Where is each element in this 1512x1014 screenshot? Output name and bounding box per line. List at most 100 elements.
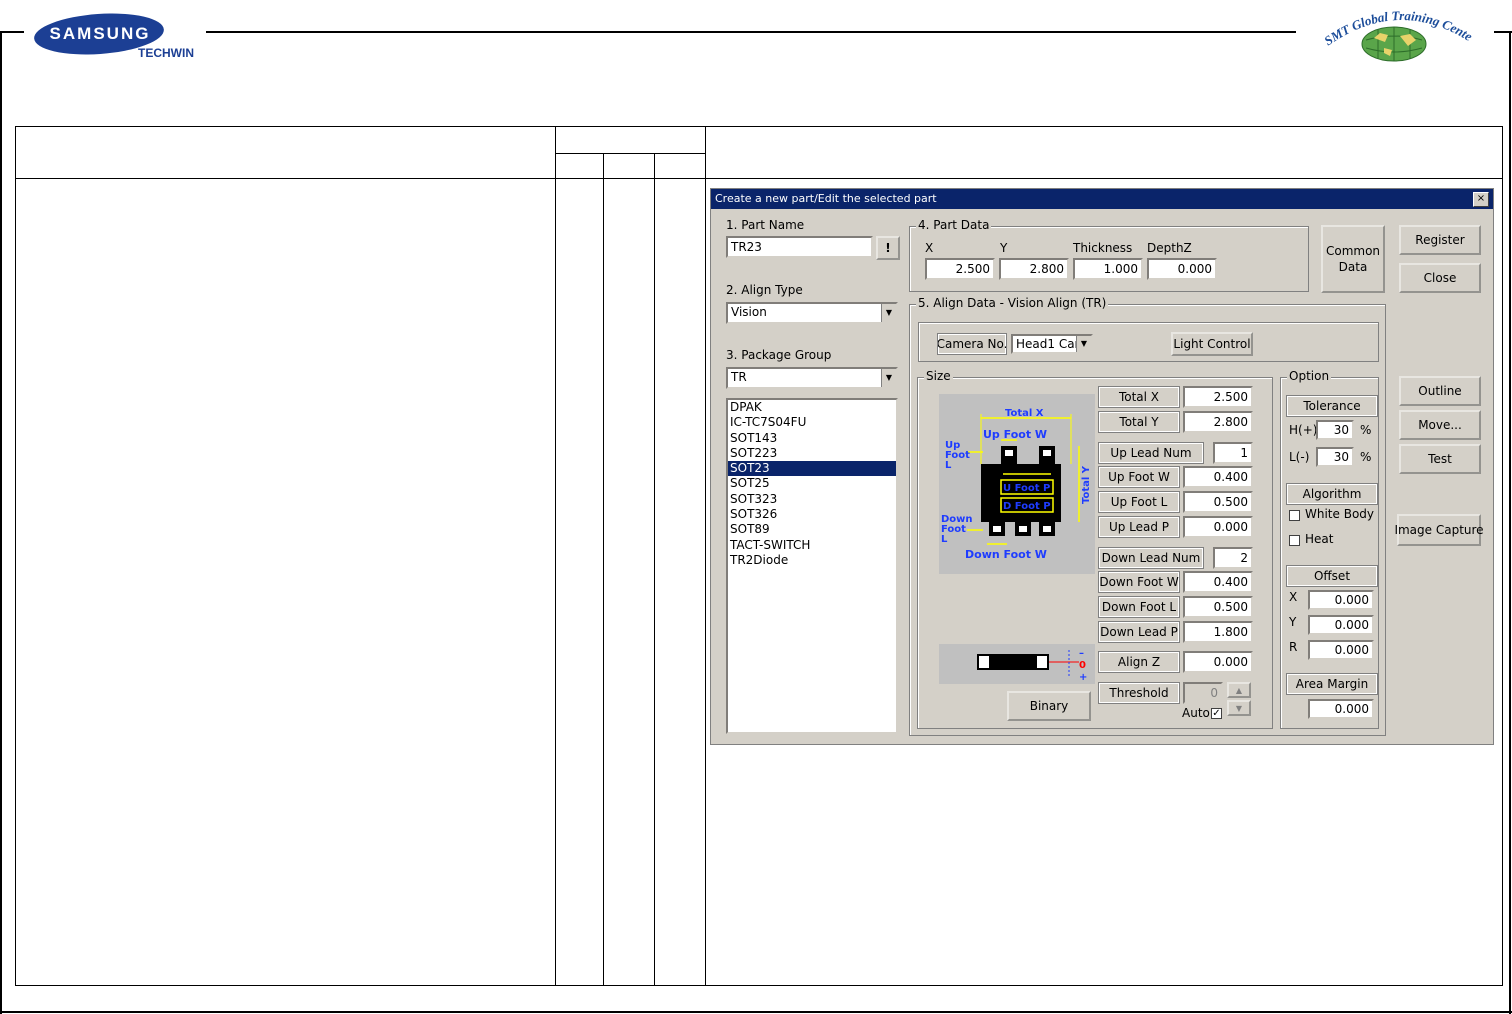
part-name-label: 1. Part Name	[726, 218, 805, 232]
area-margin-input[interactable]: 0.000	[1308, 699, 1374, 719]
offset-r-label: R	[1289, 640, 1298, 654]
part-thickness-label: Thickness	[1073, 241, 1133, 255]
dialog-title-bar[interactable]: Create a new part/Edit the selected part…	[711, 189, 1493, 209]
heat-checkbox[interactable]	[1289, 535, 1300, 546]
tolerance-l-label: L(-)	[1289, 450, 1310, 464]
package-group-select[interactable]: TR ▼	[726, 367, 898, 389]
tolerance-h-label: H(+)	[1289, 423, 1318, 437]
table-header-divider	[15, 178, 1503, 179]
table-col-divider	[603, 153, 604, 986]
area-margin-label: Area Margin	[1286, 673, 1378, 695]
part-data-group: 4. Part Data X Y Thickness DepthZ 2.500 …	[909, 218, 1309, 292]
up-lead-p-label: Up Lead P	[1098, 516, 1180, 538]
down-foot-l-label: Down Foot L	[1098, 596, 1180, 618]
list-item[interactable]: TACT-SWITCH	[728, 538, 896, 553]
table-col-divider	[654, 153, 655, 986]
register-button[interactable]: Register	[1399, 225, 1481, 255]
diagram-up-foot-l-3: L	[945, 460, 952, 471]
part-thickness-input[interactable]: 1.000	[1073, 258, 1143, 280]
down-lead-num-input[interactable]: 2	[1213, 547, 1253, 569]
part-name-input[interactable]: TR23	[726, 236, 873, 258]
camera-select[interactable]: Head1 Cam ▼	[1011, 334, 1093, 354]
move-button[interactable]: Move...	[1399, 410, 1481, 440]
package-group-value: TR	[731, 370, 747, 384]
threshold-input[interactable]: 0	[1183, 682, 1223, 704]
down-foot-w-input[interactable]: 0.400	[1183, 571, 1253, 593]
threshold-down-icon[interactable]: ▼	[1227, 700, 1251, 716]
auto-label: Auto	[1182, 706, 1210, 720]
up-foot-w-input[interactable]: 0.400	[1183, 466, 1253, 488]
up-lead-num-label: Up Lead Num	[1098, 442, 1204, 464]
offset-label: Offset	[1286, 565, 1378, 587]
chevron-down-icon[interactable]: ▼	[1076, 336, 1091, 352]
table-col-divider	[705, 126, 706, 986]
offset-r-input[interactable]: 0.000	[1308, 640, 1374, 660]
offset-x-label: X	[1289, 590, 1298, 604]
part-x-label: X	[925, 241, 934, 255]
list-item[interactable]: IC-TC7S04FU	[728, 415, 896, 430]
offset-x-input[interactable]: 0.000	[1308, 590, 1374, 610]
part-depthz-input[interactable]: 0.000	[1147, 258, 1217, 280]
down-foot-w-label: Down Foot W	[1098, 571, 1180, 593]
total-y-input[interactable]: 2.800	[1183, 411, 1253, 433]
align-z-input[interactable]: 0.000	[1183, 651, 1253, 673]
threshold-label: Threshold	[1098, 682, 1180, 704]
binary-button[interactable]: Binary	[1007, 691, 1091, 721]
list-item[interactable]: SOT143	[728, 431, 896, 446]
threshold-up-icon[interactable]: ▲	[1227, 682, 1251, 698]
list-item[interactable]: SOT326	[728, 507, 896, 522]
option-title: Option	[1287, 369, 1332, 383]
list-item-selected[interactable]: SOT23	[728, 461, 896, 477]
up-foot-l-label: Up Foot L	[1098, 491, 1180, 513]
part-y-label: Y	[1000, 241, 1008, 255]
part-data-title: 4. Part Data	[916, 218, 992, 232]
down-foot-l-input[interactable]: 0.500	[1183, 596, 1253, 618]
up-foot-l-input[interactable]: 0.500	[1183, 491, 1253, 513]
up-lead-p-input[interactable]: 0.000	[1183, 516, 1253, 538]
chevron-down-icon[interactable]: ▼	[881, 304, 896, 322]
white-body-label: White Body	[1305, 507, 1374, 521]
chevron-down-icon[interactable]: ▼	[881, 369, 896, 387]
list-item[interactable]: TR2Diode	[728, 553, 896, 568]
dialog-title: Create a new part/Edit the selected part	[715, 192, 937, 205]
list-item[interactable]: SOT223	[728, 446, 896, 461]
list-item[interactable]: DPAK	[728, 400, 896, 415]
down-lead-p-label: Down Lead P	[1098, 621, 1180, 643]
diagram-u-foot-p: U Foot P	[1003, 483, 1050, 494]
part-name-check-button[interactable]: !	[876, 236, 900, 260]
close-button[interactable]: Close	[1399, 263, 1481, 293]
techwin-logo-text: TECHWIN	[138, 46, 194, 60]
up-lead-num-input[interactable]: 1	[1213, 442, 1253, 464]
test-button[interactable]: Test	[1399, 444, 1481, 474]
part-edit-dialog: Create a new part/Edit the selected part…	[710, 188, 1494, 745]
package-diagram: Total X Up Foot W Up Foot L U Foot P D F…	[939, 394, 1095, 574]
outline-button[interactable]: Outline	[1399, 376, 1481, 406]
down-lead-p-input[interactable]: 1.800	[1183, 621, 1253, 643]
package-listbox[interactable]: DPAK IC-TC7S04FU SOT143 SOT223 SOT23 SOT…	[726, 398, 898, 734]
auto-checkbox[interactable]: ✓	[1211, 708, 1222, 719]
part-y-input[interactable]: 2.800	[999, 258, 1069, 280]
part-x-input[interactable]: 2.500	[925, 258, 995, 280]
tolerance-l-input[interactable]: 30	[1316, 447, 1354, 467]
tolerance-l-unit: %	[1360, 450, 1372, 464]
header-rule-left	[0, 31, 24, 33]
list-item[interactable]: SOT25	[728, 476, 896, 491]
table-col-divider	[555, 126, 556, 986]
image-capture-button[interactable]: Image Capture	[1394, 514, 1484, 546]
list-item[interactable]: SOT89	[728, 522, 896, 537]
common-data-button[interactable]: Common Data	[1321, 225, 1385, 293]
samsung-logo-text: SAMSUNG	[49, 24, 151, 43]
light-control-button[interactable]: Light Control	[1171, 332, 1253, 356]
size-group: Size Total X Up Foot W Up Foot L U Foot …	[917, 369, 1273, 729]
z-minus-label: –	[1079, 648, 1084, 659]
align-type-select[interactable]: Vision ▼	[726, 302, 898, 324]
offset-y-input[interactable]: 0.000	[1308, 615, 1374, 635]
total-x-label: Total X	[1098, 386, 1180, 408]
diagram-d-foot-p: D Foot P	[1003, 501, 1051, 512]
list-item[interactable]: SOT323	[728, 492, 896, 507]
close-icon[interactable]: ×	[1473, 192, 1489, 207]
z-zero-label: 0	[1079, 660, 1086, 671]
total-x-input[interactable]: 2.500	[1183, 386, 1253, 408]
tolerance-h-input[interactable]: 30	[1316, 420, 1354, 440]
white-body-checkbox[interactable]	[1289, 510, 1300, 521]
